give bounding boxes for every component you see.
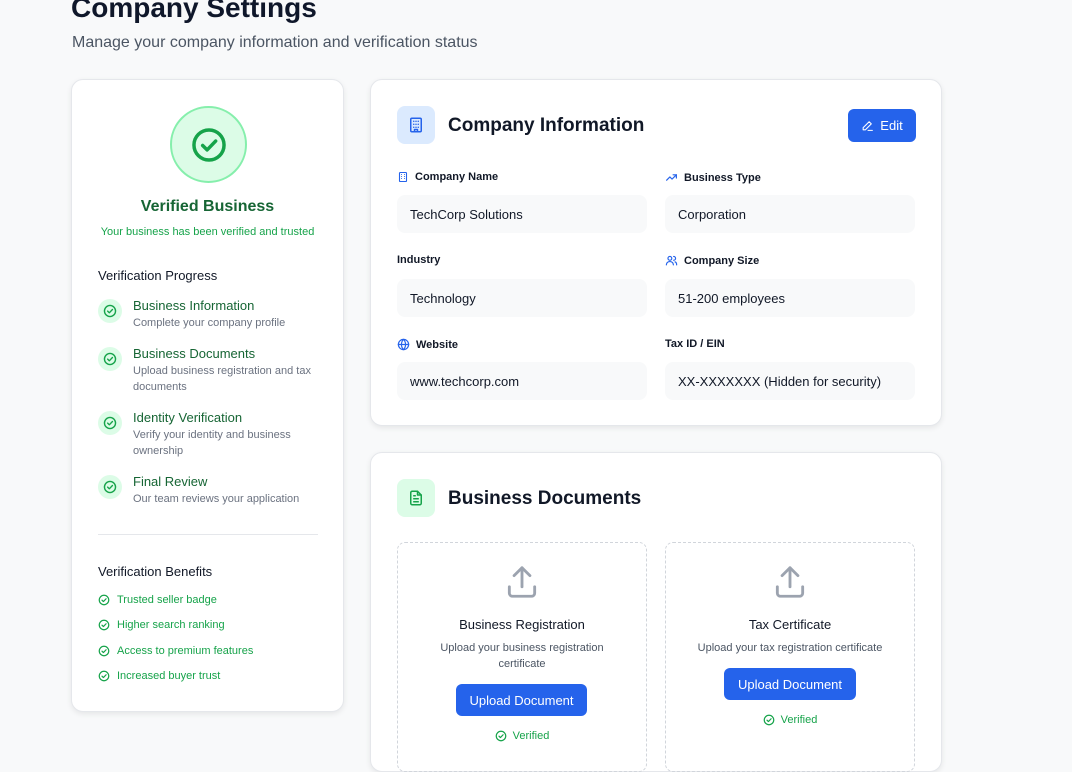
check-circle-icon: [98, 670, 110, 682]
document-upload-box[interactable]: Tax Certificate Upload your tax registra…: [665, 542, 915, 772]
document-description: Upload your business registration certif…: [440, 642, 604, 670]
building-icon: [398, 171, 408, 183]
step-title: Identity Verification: [133, 410, 243, 425]
industry-field[interactable]: Technology: [397, 279, 647, 317]
step-description: Verify your identity and business owners…: [133, 429, 291, 457]
document-description: Upload your tax registration certificate: [697, 642, 883, 654]
business-type-label: Business Type: [665, 171, 761, 184]
verified-badge: [170, 106, 247, 183]
progress-heading: Verification Progress: [98, 268, 218, 283]
documents-title: Business Documents: [448, 488, 642, 509]
check-circle-icon: [98, 619, 110, 631]
check-circle-icon: [98, 594, 110, 606]
website-field[interactable]: www.techcorp.com: [397, 362, 647, 400]
trending-up-icon: [666, 174, 677, 181]
step-description: Complete your company profile: [133, 317, 286, 329]
step-description: Our team reviews your application: [133, 493, 300, 505]
benefit-label: Increased buyer trust: [117, 670, 221, 682]
users-icon: [665, 255, 678, 266]
document-upload-box[interactable]: Business Registration Upload your busine…: [397, 542, 647, 772]
document-status: Verified: [666, 714, 914, 726]
upload-document-button[interactable]: Upload Document: [456, 684, 587, 716]
edit-button[interactable]: Edit: [848, 109, 916, 142]
upload-icon: [398, 563, 646, 601]
benefit-label: Higher search ranking: [117, 619, 225, 631]
check-icon: [98, 475, 122, 499]
edit-label: Edit: [880, 118, 903, 133]
upload-icon: [666, 563, 914, 601]
upload-document-button[interactable]: Upload Document: [724, 668, 856, 700]
benefits-heading: Verification Benefits: [98, 564, 213, 579]
company-name-label: Company Name: [397, 171, 498, 183]
divider: [98, 534, 318, 535]
step-description: Upload business registration and tax doc…: [133, 365, 311, 393]
check-icon: [98, 347, 122, 371]
progress-step: Final Review Our team reviews your appli…: [98, 474, 323, 507]
document-status: Verified: [398, 730, 646, 742]
step-title: Final Review: [133, 474, 208, 489]
progress-step: Identity Verification Verify your identi…: [98, 410, 323, 459]
benefit-label: Trusted seller badge: [117, 594, 217, 606]
tax-id-label: Tax ID / EIN: [665, 338, 725, 350]
step-title: Business Information: [133, 298, 255, 313]
verified-subtitle: Your business has been verified and trus…: [100, 226, 315, 238]
progress-step: Business Information Complete your compa…: [98, 298, 323, 331]
progress-step: Business Documents Upload business regis…: [98, 346, 323, 395]
step-title: Business Documents: [133, 346, 256, 361]
business-documents-card: Business Documents Business Registration…: [370, 452, 942, 772]
check-icon: [98, 411, 122, 435]
company-size-label: Company Size: [665, 254, 759, 267]
check-circle-icon: [763, 714, 774, 726]
company-name-field[interactable]: TechCorp Solutions: [397, 195, 647, 233]
page-subtitle: Manage your company information and veri…: [72, 34, 478, 51]
page-title: Company Settings: [71, 0, 317, 23]
benefit-label: Access to premium features: [117, 645, 254, 657]
benefit-item: Higher search ranking: [98, 619, 225, 631]
globe-icon: [397, 338, 410, 351]
check-circle-icon: [191, 127, 226, 162]
website-label: Website: [397, 338, 458, 351]
document-title: Tax Certificate: [748, 617, 832, 632]
check-circle-icon: [98, 645, 110, 657]
document-title: Business Registration: [459, 617, 585, 632]
company-info-card: Company Information Edit Company Name Te…: [370, 79, 942, 426]
verified-title: Verified Business: [140, 198, 275, 215]
verification-card: Verified Business Your business has been…: [71, 79, 344, 712]
company-info-title: Company Information: [448, 115, 645, 136]
pencil-icon: [862, 121, 874, 131]
industry-label: Industry: [397, 254, 441, 266]
tax-id-field[interactable]: XX-XXXXXXX (Hidden for security): [665, 362, 915, 400]
check-circle-icon: [495, 730, 506, 742]
check-icon: [98, 299, 122, 323]
benefit-item: Trusted seller badge: [98, 594, 217, 606]
document-icon: [397, 479, 435, 517]
building-icon: [397, 106, 435, 144]
business-type-field[interactable]: Corporation: [665, 195, 915, 233]
benefit-item: Access to premium features: [98, 645, 253, 657]
benefit-item: Increased buyer trust: [98, 670, 220, 682]
company-size-field[interactable]: 51-200 employees: [665, 279, 915, 317]
